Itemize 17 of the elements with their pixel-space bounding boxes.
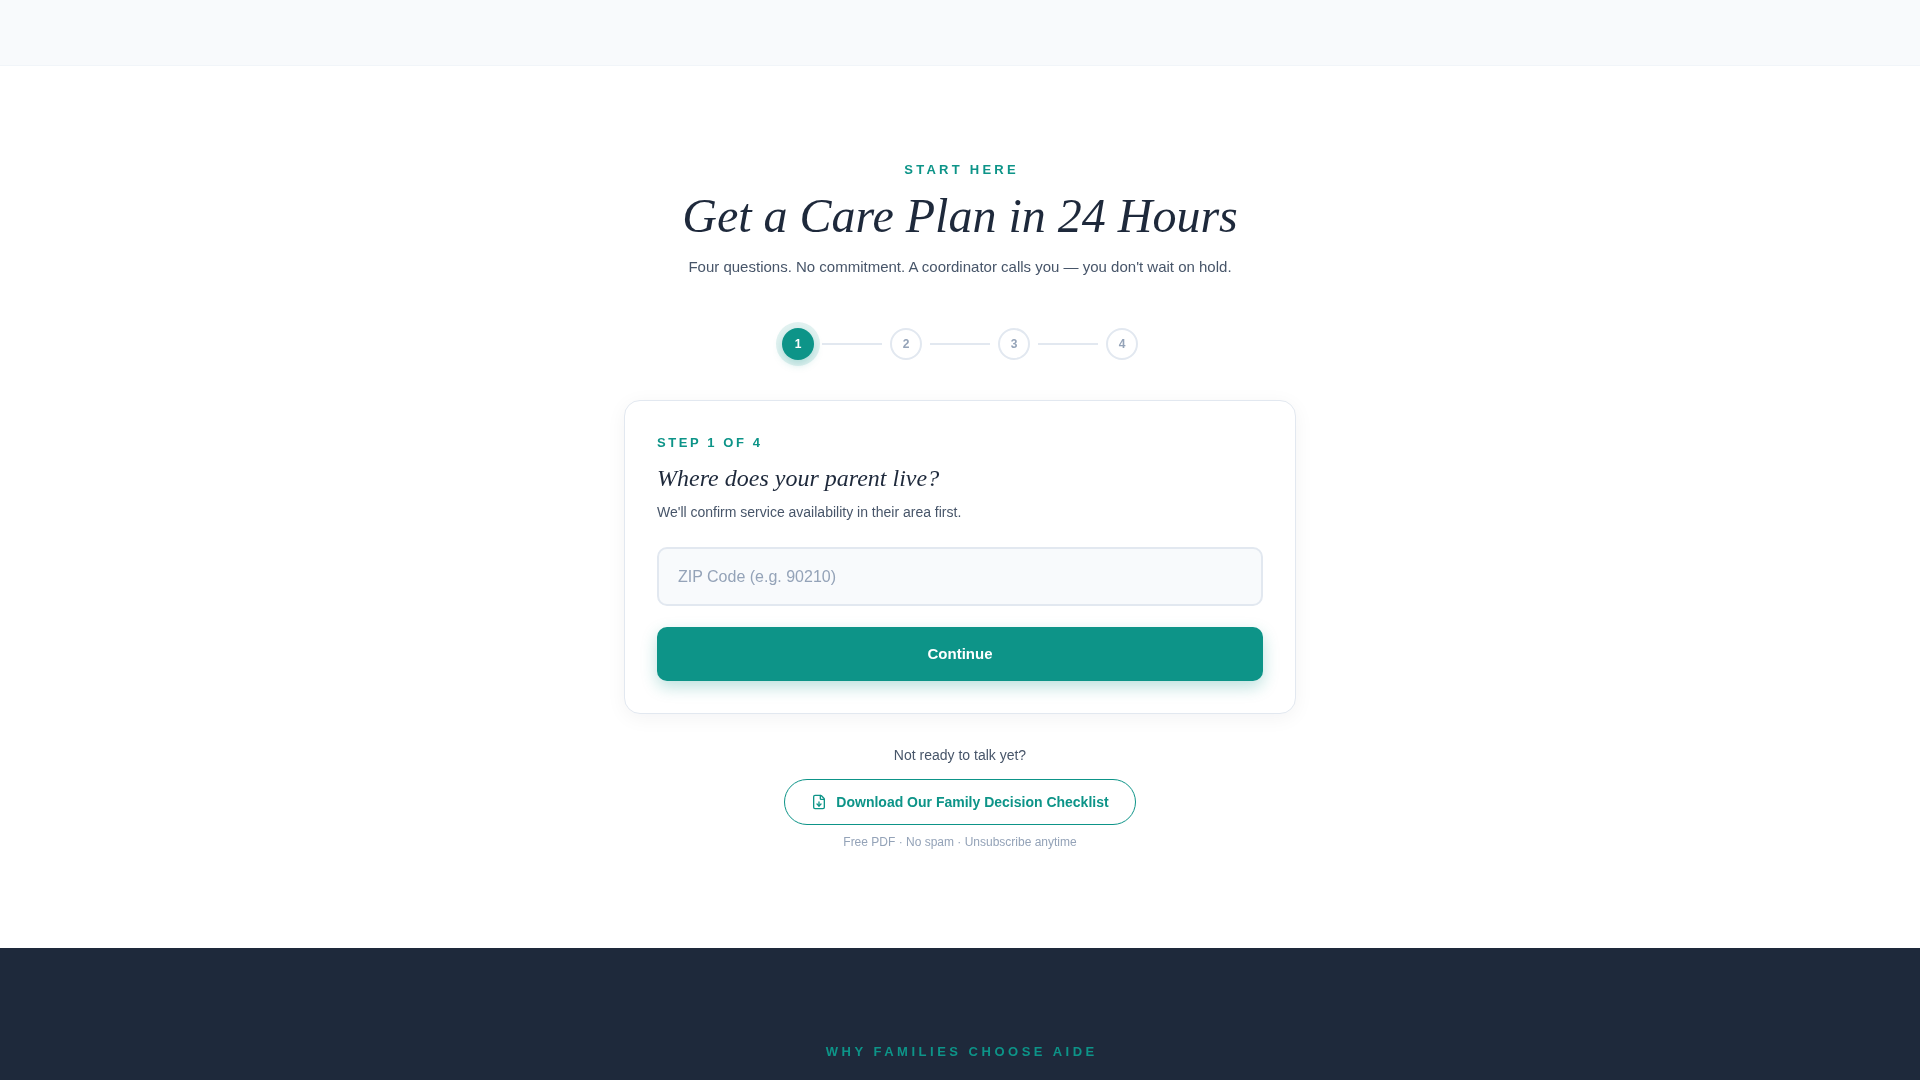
step-indicator: 1 [782, 328, 814, 360]
step-label: STEP 1 OF 4 [657, 434, 764, 452]
prompt-text: Not ready to talk yet? [893, 746, 1027, 765]
question-heading: Where does your parent live? [657, 464, 941, 493]
zip-code-field[interactable]: ZIP Code (e.g. 90210) [657, 547, 1263, 606]
page-title: Get a Care Plan in 24 Hours [682, 188, 1238, 244]
step-indicator: 2 [890, 328, 922, 360]
section-eyebrow: WHY FAMILIES CHOOSE AIDE [824, 1043, 1098, 1061]
eyebrow-label: START HERE [903, 161, 1019, 179]
file-download-icon [811, 794, 828, 810]
fine-print: Free PDF · No spam · Unsubscribe anytime [843, 834, 1077, 850]
step-indicator: 4 [1106, 328, 1138, 360]
subtitle: Four questions. No commitment. A coordinator calls you — you don't wait on hold. [688, 257, 1232, 277]
step-indicator: 3 [998, 328, 1030, 360]
download-checklist-button[interactable]: Download Our Family Decision Checklist [784, 779, 1136, 825]
question-description: We'll confirm service availability in their area first. [657, 503, 963, 522]
continue-button[interactable]: Continue [657, 627, 1263, 681]
